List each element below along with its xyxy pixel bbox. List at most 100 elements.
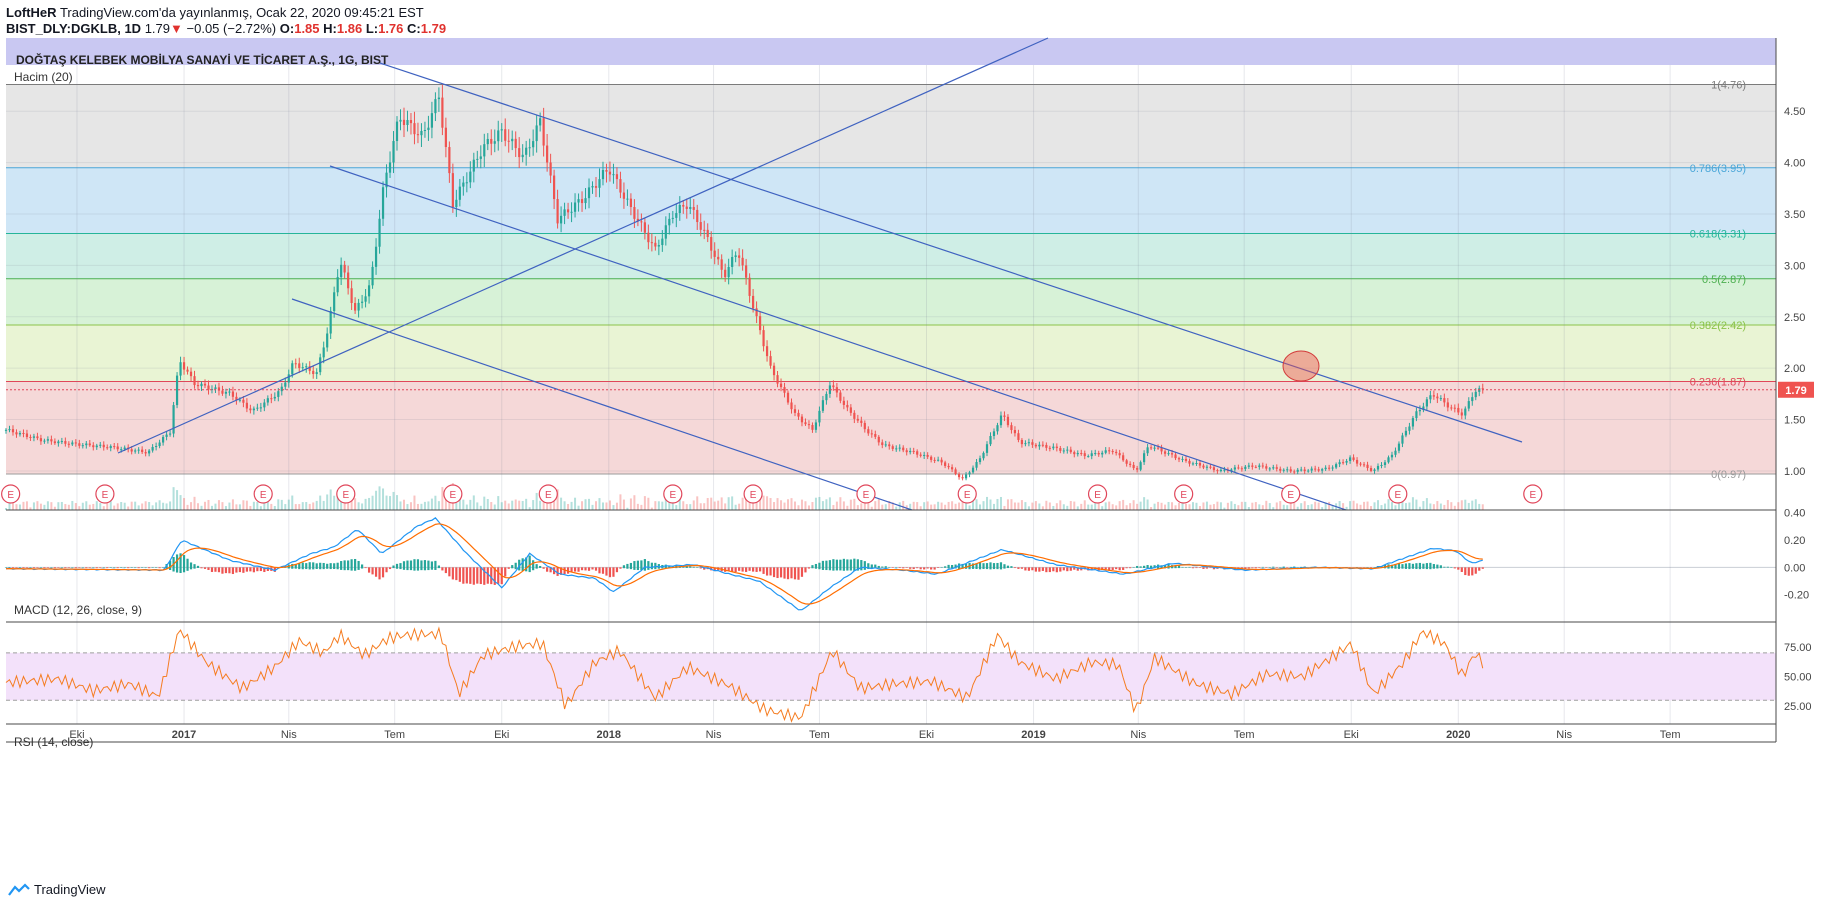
volume-bar [643, 496, 646, 510]
volume-bar [619, 494, 622, 510]
rsi-label[interactable]: RSI (14, close) [14, 735, 93, 749]
volume-bar [319, 495, 322, 510]
macd-histogram-bar [409, 560, 413, 571]
candle-body [1216, 470, 1219, 472]
volume-bar [1439, 503, 1442, 510]
macd-histogram-bar [800, 567, 804, 577]
candle-body [123, 447, 126, 450]
candle-body [1006, 416, 1010, 426]
macd-histogram-bar [601, 567, 605, 574]
macd-histogram-bar [319, 562, 322, 570]
macd-histogram-bar [741, 567, 744, 572]
macd-label[interactable]: MACD (12, 26, close, 9) [14, 603, 142, 617]
candle-body [462, 182, 465, 187]
macd-histogram-bar [1404, 563, 1408, 569]
candle-body [640, 221, 643, 223]
candle-body [78, 443, 81, 446]
author-name[interactable]: LoftHeR [6, 5, 57, 20]
candle-body [4, 429, 8, 431]
candle-body [465, 182, 468, 184]
candle-body [657, 245, 660, 247]
macd-histogram-bar [964, 563, 968, 569]
macd-histogram-bar [898, 567, 901, 569]
volume-bar [179, 495, 182, 510]
candle-body [940, 459, 943, 463]
macd-histogram-bar [814, 563, 818, 569]
macd-histogram-bar [992, 563, 996, 570]
macd-histogram-bar [1467, 567, 1470, 576]
macd-histogram-bar [74, 567, 77, 569]
volume-bar [992, 503, 995, 510]
candle-body [427, 127, 430, 130]
volume-bar [741, 497, 744, 510]
macd-histogram-bar [699, 567, 702, 569]
volume-bar [193, 496, 196, 510]
volume-bar [563, 501, 566, 510]
candle-body [137, 449, 140, 451]
candle-body [769, 356, 772, 366]
macd-histogram-bar [441, 567, 444, 571]
macd-histogram-bar [1059, 567, 1062, 572]
fib-zone [6, 167, 1776, 234]
candle-body [1464, 408, 1467, 416]
volume-label[interactable]: Hacim (20) [14, 70, 73, 84]
macd-histogram-bar [804, 567, 807, 573]
volume-bar [769, 498, 772, 510]
macd-histogram-bar [53, 567, 56, 569]
candle-body [898, 447, 901, 449]
candle-body [556, 199, 559, 224]
candle-body [1240, 468, 1243, 470]
candle-body [312, 370, 315, 375]
candle-body [748, 277, 751, 296]
volume-bar [1251, 502, 1254, 510]
candle-body [504, 129, 507, 141]
volume-bar [25, 501, 28, 510]
price-chart[interactable]: 1(4.76) 0.786(3.95) 0.618(3.31) 0.5(2.87) 0.… [0, 36, 1828, 908]
candle-body [1139, 462, 1142, 470]
candle-body [696, 209, 699, 223]
macd-histogram-bar [1446, 566, 1449, 568]
volume-bar [242, 500, 245, 510]
candle-body [242, 399, 245, 403]
volume-bar [78, 506, 81, 510]
volume-bar [1003, 505, 1006, 510]
macd-histogram-bar [364, 567, 367, 569]
volume-bar [333, 495, 336, 510]
macd-histogram-bar [643, 559, 646, 571]
macd-histogram-bar [1464, 567, 1467, 576]
macd-histogram-bar [504, 567, 507, 577]
candle-body [1024, 443, 1027, 445]
macd-histogram-bar [343, 560, 346, 571]
macd-histogram-bar [1146, 565, 1149, 569]
macd-histogram-bar [839, 559, 842, 571]
volume-bar [385, 495, 388, 510]
volume-bar [1129, 503, 1132, 510]
volume-bar [375, 490, 378, 510]
candle-body [1418, 409, 1422, 412]
macd-histogram-bar [472, 567, 475, 585]
volume-bar [1268, 503, 1271, 510]
macd-histogram-bar [437, 565, 440, 569]
volume-bar [1307, 505, 1310, 510]
macd-histogram-bar [626, 563, 629, 569]
volume-bar [476, 502, 479, 510]
volume-bar [134, 501, 137, 510]
volume-bar [1446, 500, 1449, 510]
macd-histogram-bar [1038, 567, 1041, 572]
candle-body [367, 285, 371, 297]
price-change: −0.05 (−2.72%) [186, 21, 277, 36]
volume-bar [1041, 506, 1044, 510]
candle-body [175, 375, 179, 406]
earnings-marker-label: E [260, 490, 267, 501]
candle-body [74, 442, 77, 444]
macd-histogram-bar [1254, 567, 1257, 569]
candle-body [1474, 391, 1477, 398]
candle-body [231, 391, 235, 397]
volume-bar [912, 501, 915, 510]
volume-bar [1425, 498, 1428, 510]
candle-body [1251, 465, 1254, 467]
volume-bar [560, 497, 563, 510]
volume-bar [259, 506, 262, 510]
time-tick-label: Tem [1660, 729, 1681, 741]
tradingview-branding[interactable]: TradingView [8, 882, 106, 897]
